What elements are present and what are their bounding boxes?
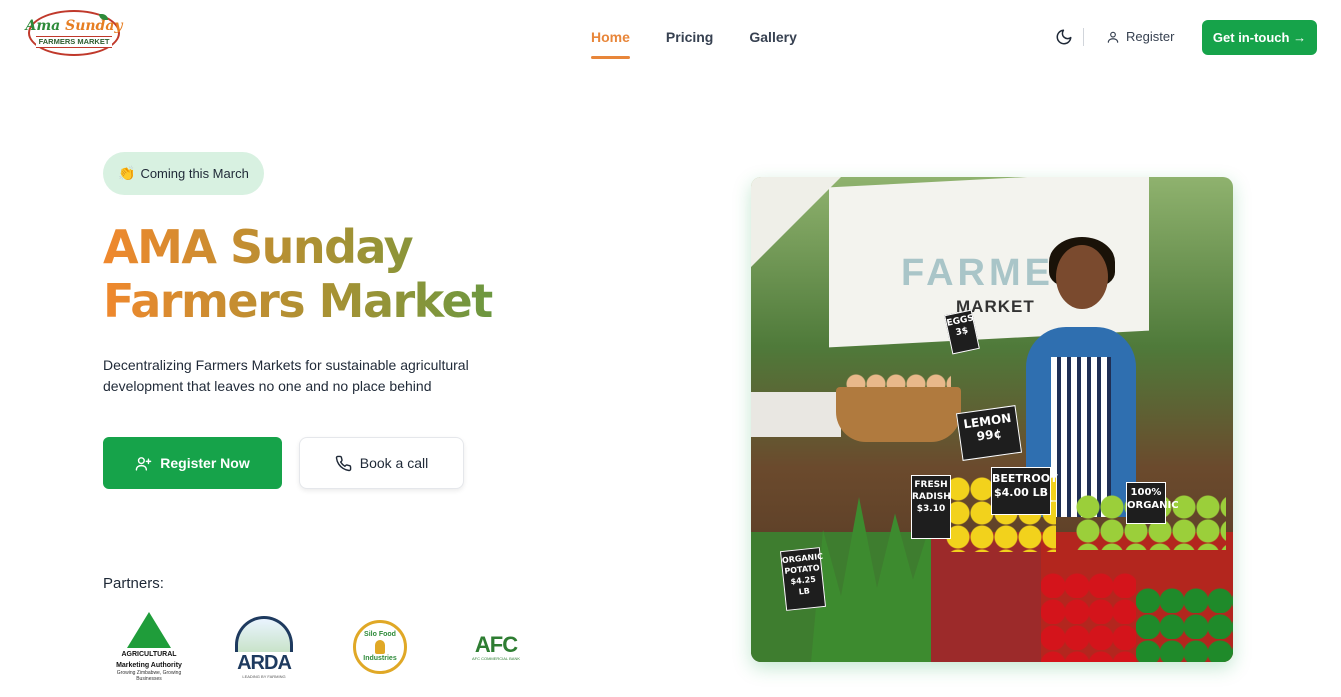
sign-organic: 100% ORGANIC	[1126, 482, 1179, 524]
register-label: Register	[1126, 29, 1175, 44]
nav-gallery[interactable]: Gallery	[749, 29, 796, 59]
hero-title: AMA Sunday Farmers Market	[103, 220, 623, 328]
partner-logo-arda: ARDA LEADING BY FARMING	[229, 612, 299, 682]
red-peppers	[1041, 572, 1136, 662]
egg-basket	[836, 387, 961, 442]
logo-subtitle: FARMERS MARKET	[35, 35, 113, 48]
book-a-call-button[interactable]: Book a call	[299, 437, 464, 489]
sign-beetroot: BEETROOT $4.00 LB	[991, 467, 1058, 515]
main-menu: Home Pricing Gallery	[591, 29, 833, 59]
silo-ring-icon: Silo Food Industries	[353, 620, 407, 674]
sign-lemon: LEMON 99¢	[955, 405, 1023, 461]
arda-tagline: LEADING BY FARMING	[242, 673, 286, 679]
afc-logo-text: AFC	[474, 631, 518, 657]
afc-tagline: AFC COMMERCIAL BANK	[471, 655, 521, 661]
logo-wordmark: Ama Sunday	[25, 17, 123, 34]
logo-word-ama: Ama	[25, 17, 61, 34]
hero-title-line2: Farmers Market	[103, 274, 492, 328]
tent-canopy	[751, 177, 841, 267]
register-now-label: Register Now	[160, 455, 250, 471]
user-icon	[1107, 31, 1119, 43]
phone-icon	[335, 455, 352, 471]
register-link[interactable]: Register	[1106, 29, 1174, 44]
clapping-hands-icon: 👏	[118, 165, 136, 181]
sign-potato: ORGANIC POTATO $4.25 LB	[779, 547, 827, 611]
book-a-call-label: Book a call	[359, 455, 429, 471]
vendor-face	[1056, 245, 1108, 309]
partners-label: Partners:	[103, 575, 164, 592]
partner-logo-afc: AFC AFC COMMERCIAL BANK	[467, 612, 525, 682]
get-in-touch-button[interactable]: Get in-touch →	[1202, 20, 1317, 55]
user-plus-icon	[135, 456, 152, 471]
arda-logo-text: ARDA	[237, 651, 292, 674]
vendor-apron	[1051, 357, 1111, 517]
hero-title-line1: AMA Sunday	[103, 220, 413, 274]
nav-pricing[interactable]: Pricing	[666, 29, 713, 59]
ama-logo-line1: AGRICULTURAL	[121, 651, 177, 658]
nav-divider	[1083, 28, 1084, 46]
egg-trays	[751, 392, 841, 437]
nav-home[interactable]: Home	[591, 29, 630, 59]
hero-subtitle: Decentralizing Farmers Markets for susta…	[103, 357, 469, 394]
ama-logo-line2: Marketing Authority	[116, 662, 182, 669]
register-now-button[interactable]: Register Now	[103, 437, 282, 489]
sign-radish: FRESH RADISH $3.10	[911, 475, 951, 539]
announcement-badge: 👏 Coming this March	[103, 152, 264, 195]
brand-logo[interactable]: Ama Sunday FARMERS MARKET	[25, 10, 123, 56]
farmers-market-photo: FARMERS MARKET EGGS 3$ LEMON 99¢ BEETROOT $…	[751, 177, 1233, 662]
logo-word-sunday: Sunday	[65, 17, 123, 34]
green-peppers	[1136, 587, 1233, 662]
ama-logo-tagline: Growing Zimbabwe, Growing Businesses	[116, 670, 182, 682]
ama-triangle-icon	[127, 612, 171, 648]
landing-page: Ama Sunday FARMERS MARKET Home Pricing G…	[0, 0, 1341, 697]
silo-logo-line2: Industries	[363, 655, 397, 662]
partner-logo-silo: Silo Food Industries	[352, 612, 408, 682]
navbar: Ama Sunday FARMERS MARKET Home Pricing G…	[0, 0, 1341, 75]
badge-text: Coming this March	[140, 166, 249, 181]
silo-logo-line1: Silo Food	[364, 631, 396, 638]
partner-logo-ama: AGRICULTURAL Marketing Authority Growing…	[113, 612, 185, 682]
arda-emblem-icon	[235, 615, 293, 652]
wheat-icon	[375, 640, 385, 654]
moon-icon[interactable]	[1055, 28, 1073, 46]
